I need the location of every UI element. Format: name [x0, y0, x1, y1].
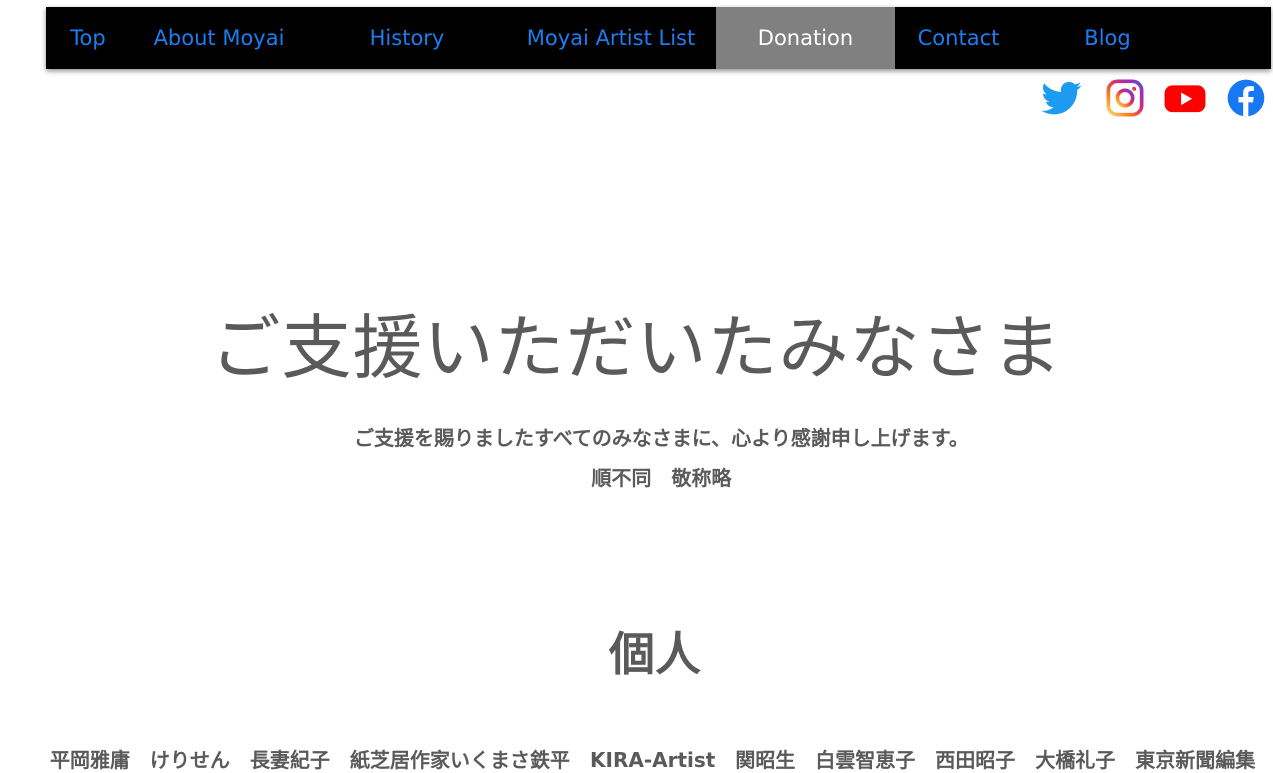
youtube-icon[interactable] [1163, 78, 1207, 118]
facebook-icon[interactable] [1226, 78, 1266, 118]
nav-donation[interactable]: Donation [716, 7, 895, 69]
order-note: 順不同 敬称略 [591, 466, 732, 490]
nav-top[interactable]: Top [46, 7, 130, 69]
main-navigation: Top About Moyai History Moyai Artist Lis… [46, 7, 1271, 69]
section-title-individuals: 個人 [609, 627, 701, 681]
donor-names-list: 平岡雅庸 けりせん 長妻紀子 紙芝居作家いくまさ鉄平 KIRA-Artist 関… [50, 748, 1256, 772]
nav-blog[interactable]: Blog [1022, 7, 1193, 69]
page-title: ご支援いただいたみなさま [210, 307, 1063, 389]
nav-contact[interactable]: Contact [895, 7, 1022, 69]
thanks-message: ご支援を賜りましたすべてのみなさまに、心より感謝申し上げます。 [354, 426, 969, 450]
instagram-icon[interactable] [1105, 78, 1145, 118]
twitter-icon[interactable] [1041, 78, 1083, 118]
nav-about-moyai[interactable]: About Moyai [130, 7, 308, 69]
nav-moyai-artist-list[interactable]: Moyai Artist List [506, 7, 716, 69]
nav-history[interactable]: History [308, 7, 506, 69]
